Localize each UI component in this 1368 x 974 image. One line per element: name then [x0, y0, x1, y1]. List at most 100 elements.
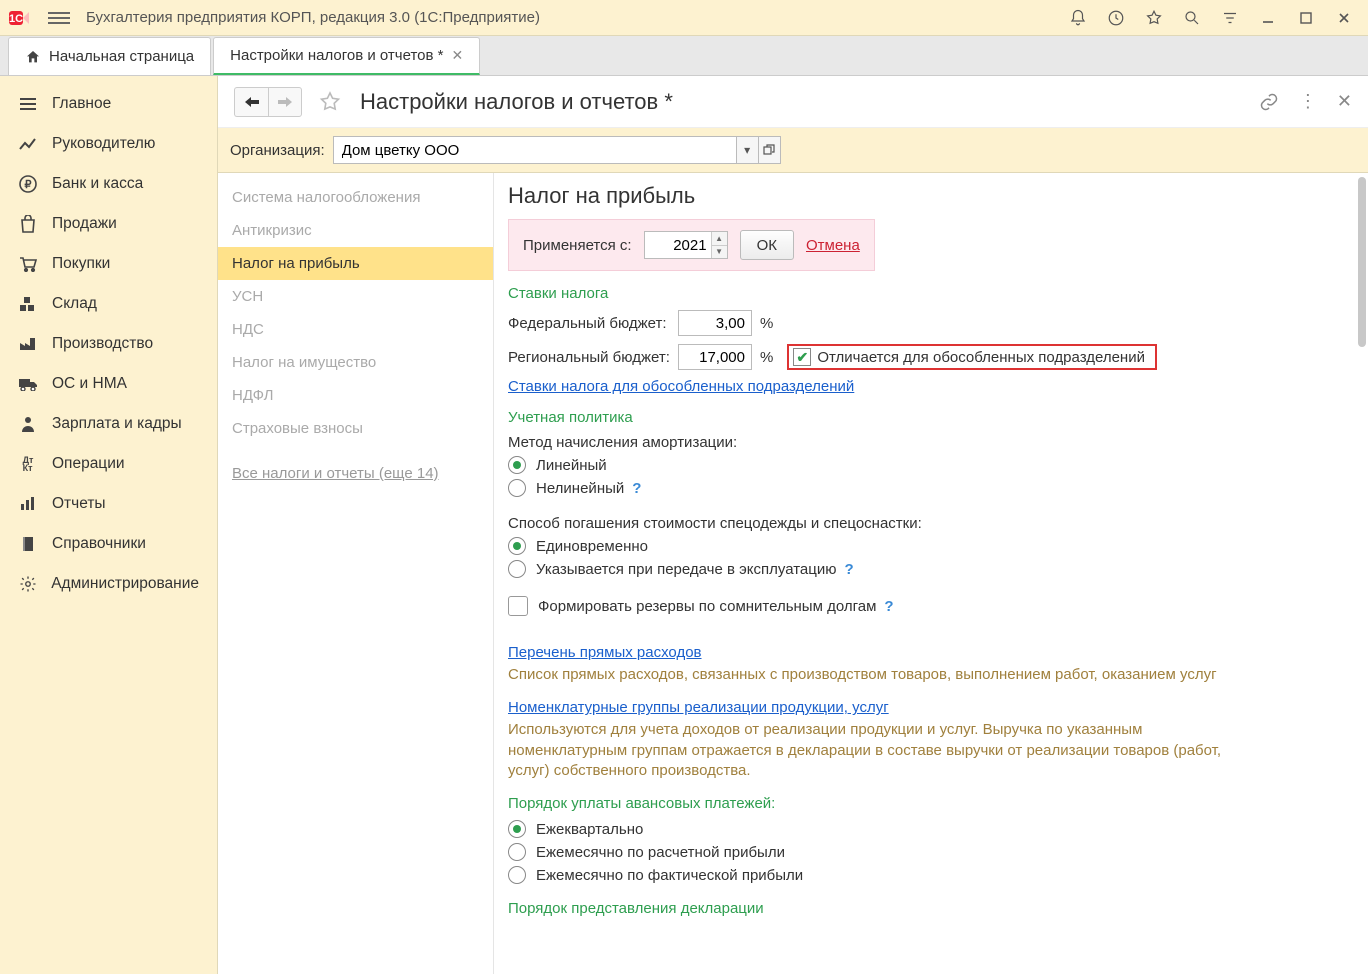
nav-hr[interactable]: Зарплата и кадры [0, 404, 217, 444]
subnav-anticrisis[interactable]: Антикризис [218, 214, 493, 247]
filter-icon[interactable] [1220, 8, 1240, 28]
chart-icon [18, 494, 38, 514]
nav-warehouse[interactable]: Склад [0, 284, 217, 324]
percent-sign: % [760, 315, 773, 332]
subnav-property-tax[interactable]: Налог на имущество [218, 346, 493, 379]
nav-label: Банк и касса [52, 175, 143, 193]
subnav-insurance[interactable]: Страховые взносы [218, 412, 493, 445]
close-icon[interactable] [1334, 8, 1354, 28]
declaration-title: Порядок представления декларации [508, 900, 1354, 917]
subnav-all-link[interactable]: Все налоги и отчеты (еще 14) [218, 457, 493, 490]
org-open-button[interactable] [759, 136, 781, 164]
nav-manager[interactable]: Руководителю [0, 124, 217, 164]
link-icon[interactable] [1259, 92, 1279, 112]
nav-label: Производство [52, 335, 153, 353]
nav-assets[interactable]: ОС и НМА [0, 364, 217, 404]
maximize-icon[interactable] [1296, 8, 1316, 28]
tab-home[interactable]: Начальная страница [8, 37, 211, 75]
history-icon[interactable] [1106, 8, 1126, 28]
nav-admin[interactable]: Администрирование [0, 564, 217, 604]
subnav-tax-system[interactable]: Система налогообложения [218, 181, 493, 214]
search-icon[interactable] [1182, 8, 1202, 28]
radio-icon[interactable] [508, 560, 526, 578]
nav-label: Покупки [52, 255, 110, 273]
page-title: Настройки налогов и отчетов * [360, 89, 673, 115]
rates-title: Ставки налога [508, 285, 1354, 302]
nav-production[interactable]: Производство [0, 324, 217, 364]
nav-sales[interactable]: Продажи [0, 204, 217, 244]
help-icon[interactable]: ? [884, 598, 893, 615]
amort-nonlinear-option[interactable]: Нелинейный ? [508, 479, 1354, 497]
app-title: Бухгалтерия предприятия КОРП, редакция 3… [86, 9, 1060, 26]
tab-close-icon[interactable]: ✕ [451, 47, 463, 64]
amort-linear-option[interactable]: Линейный [508, 456, 1354, 474]
radio-icon[interactable] [508, 479, 526, 497]
tax-category-nav: Система налогообложения Антикризис Налог… [218, 173, 494, 974]
reserve-checkbox[interactable] [508, 596, 528, 616]
tab-bar: Начальная страница Настройки налогов и о… [0, 36, 1368, 76]
differs-label: Отличается для обособленных подразделени… [817, 349, 1145, 366]
nav-catalogs[interactable]: Справочники [0, 524, 217, 564]
more-icon[interactable]: ⋮ [1299, 91, 1317, 112]
radio-icon[interactable] [508, 820, 526, 838]
workwear-once-option[interactable]: Единовременно [508, 537, 1354, 555]
subnav-vat[interactable]: НДС [218, 313, 493, 346]
organization-input[interactable] [333, 136, 737, 164]
org-dropdown-button[interactable]: ▾ [737, 136, 759, 164]
federal-rate-input[interactable] [678, 310, 752, 336]
nomen-groups-link[interactable]: Номенклатурные группы реализации продукц… [508, 699, 889, 716]
help-icon[interactable]: ? [632, 480, 641, 497]
person-icon [18, 414, 38, 434]
radio-icon[interactable] [508, 866, 526, 884]
subnav-ndfl[interactable]: НДФЛ [218, 379, 493, 412]
direct-expenses-link[interactable]: Перечень прямых расходов [508, 644, 702, 661]
advance-monthly-calc-option[interactable]: Ежемесячно по расчетной прибыли [508, 843, 1354, 861]
nav-purchases[interactable]: Покупки [0, 244, 217, 284]
radio-label: Ежеквартально [536, 821, 643, 838]
nav-operations[interactable]: ДтКт Операции [0, 444, 217, 484]
subnav-usn[interactable]: УСН [218, 280, 493, 313]
subdivision-rates-link[interactable]: Ставки налога для обособленных подраздел… [508, 378, 854, 395]
main-pane: Настройки налогов и отчетов * ⋮ ✕ Органи… [218, 76, 1368, 974]
tab-settings[interactable]: Настройки налогов и отчетов * ✕ [213, 37, 480, 75]
cancel-link[interactable]: Отмена [806, 237, 860, 254]
differs-highlight: Отличается для обособленных подразделени… [787, 344, 1157, 370]
subnav-profit-tax[interactable]: Налог на прибыль [218, 247, 493, 280]
reserve-label: Формировать резервы по сомнительным долг… [538, 598, 876, 615]
help-icon[interactable]: ? [844, 561, 853, 578]
dtkt-icon: ДтКт [18, 454, 38, 474]
nav-bank[interactable]: ₽ Банк и касса [0, 164, 217, 204]
nav-reports[interactable]: Отчеты [0, 484, 217, 524]
advance-monthly-fact-option[interactable]: Ежемесячно по фактической прибыли [508, 866, 1354, 884]
org-label: Организация: [230, 142, 325, 159]
differs-checkbox[interactable] [793, 348, 811, 366]
year-up-button[interactable]: ▲ [711, 232, 727, 246]
radio-icon[interactable] [508, 537, 526, 555]
nav-label: Главное [52, 95, 111, 113]
form-close-icon[interactable]: ✕ [1337, 91, 1352, 112]
svg-text:1C: 1C [9, 13, 23, 25]
gear-icon [18, 574, 37, 594]
nav-main[interactable]: Главное [0, 84, 217, 124]
main-menu-icon[interactable] [48, 12, 70, 24]
ok-button[interactable]: ОК [740, 230, 794, 260]
regional-rate-input[interactable] [678, 344, 752, 370]
nav-back-button[interactable] [234, 87, 268, 117]
year-down-button[interactable]: ▼ [711, 246, 727, 259]
favorite-icon[interactable] [318, 90, 342, 114]
regional-label: Региональный бюджет: [508, 349, 678, 366]
radio-label: Указывается при передаче в эксплуатацию [536, 561, 836, 578]
radio-label: Единовременно [536, 538, 648, 555]
star-icon[interactable] [1144, 8, 1164, 28]
advance-quarterly-option[interactable]: Ежеквартально [508, 820, 1354, 838]
percent-sign: % [760, 349, 773, 366]
radio-icon[interactable] [508, 456, 526, 474]
workwear-transfer-option[interactable]: Указывается при передаче в эксплуатацию … [508, 560, 1354, 578]
radio-icon[interactable] [508, 843, 526, 861]
advance-title: Порядок уплаты авансовых платежей: [508, 795, 1354, 812]
minimize-icon[interactable] [1258, 8, 1278, 28]
app-logo-icon: 1C [8, 6, 40, 30]
nav-forward-button[interactable] [268, 87, 302, 117]
scrollbar-thumb[interactable] [1358, 177, 1366, 347]
bell-icon[interactable] [1068, 8, 1088, 28]
